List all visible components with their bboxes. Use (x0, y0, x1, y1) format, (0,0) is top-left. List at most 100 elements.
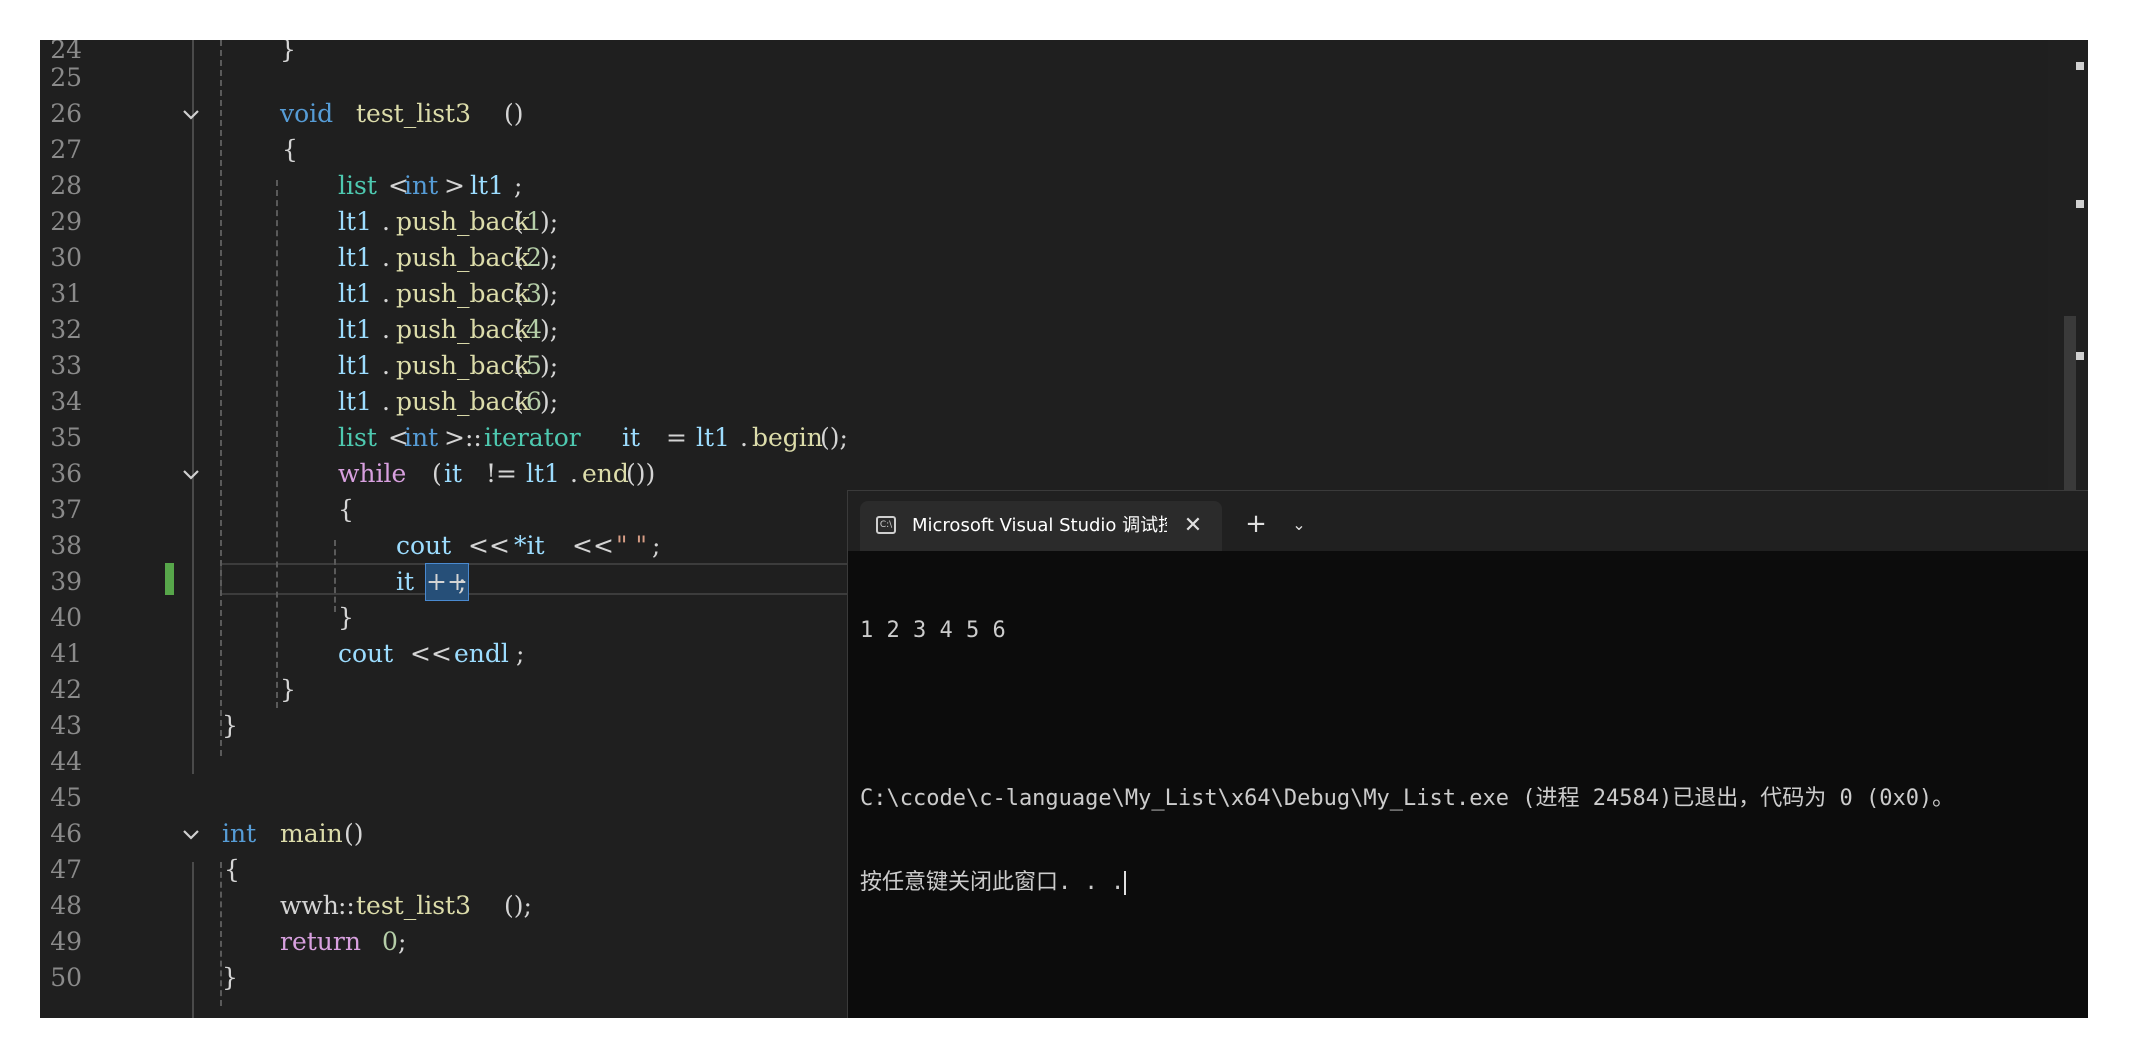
code-token: } (338, 603, 354, 632)
code-token: push_back (396, 387, 530, 416)
code-token: (); (504, 891, 532, 920)
line-number: 31 (50, 279, 82, 308)
code-token: ( (514, 351, 524, 380)
line-number: 30 (50, 243, 82, 272)
line-number: 47 (50, 855, 82, 884)
line-number: 27 (50, 135, 82, 164)
code-token: } (280, 675, 296, 704)
code-token: return (280, 927, 361, 956)
code-token: int (222, 819, 257, 848)
line-number: 50 (50, 963, 82, 992)
line-number: 28 (50, 171, 82, 200)
line-number: 25 (50, 63, 82, 92)
code-token: lt1 (338, 315, 372, 344)
code-token: . (382, 279, 390, 308)
code-token: > (444, 171, 465, 200)
code-token: . (740, 423, 748, 452)
screenshot-area: 24 } 25 26 void test_list3 () 27 { 28 li… (40, 40, 2088, 1018)
code-token: test_list3 (356, 891, 471, 920)
code-token: ; (458, 567, 467, 596)
code-line[interactable]: 34 lt1. push_back(6); (40, 384, 2088, 420)
code-token: ; (514, 171, 523, 200)
code-token: << (468, 531, 510, 560)
code-line[interactable]: 30 lt1. push_back(2); (40, 240, 2088, 276)
close-tab-icon[interactable]: ✕ (1178, 511, 1208, 541)
scrollbar-thumb[interactable] (2064, 316, 2076, 496)
code-token: end (582, 459, 629, 488)
code-token: } (222, 711, 238, 740)
code-line[interactable]: 32 lt1. push_back(4); (40, 312, 2088, 348)
code-token: ); (540, 315, 559, 344)
code-token: begin (752, 423, 823, 452)
line-number: 46 (50, 819, 82, 848)
code-token: ); (540, 351, 559, 380)
prompt-text: 按任意键关闭此窗口. . . (860, 870, 1125, 895)
code-token: ); (540, 279, 559, 308)
code-token: while (338, 459, 407, 488)
line-number: 35 (50, 423, 82, 452)
code-line[interactable]: 36 while ( it != lt1 . end ()) (40, 456, 2088, 492)
line-number: 38 (50, 531, 82, 560)
new-tab-button[interactable]: + (1240, 509, 1272, 541)
fold-chevron-icon[interactable] (180, 464, 202, 486)
code-token: (); (820, 423, 848, 452)
fold-chevron-icon[interactable] (180, 824, 202, 846)
terminal-tab[interactable]: C:\ Microsoft Visual Studio 调试控 ✕ (860, 501, 1222, 551)
code-token: lt1 (338, 207, 372, 236)
code-token: endl (454, 639, 509, 668)
code-token: push_back (396, 207, 530, 236)
code-token: lt1 (338, 351, 372, 380)
code-token: 0 (382, 927, 398, 956)
code-token: void (280, 99, 334, 128)
code-token: " " (616, 531, 647, 560)
code-token: list (338, 171, 377, 200)
code-token: () (504, 99, 524, 128)
code-token: ; (398, 927, 407, 956)
code-token: cout (396, 531, 452, 560)
line-number: 41 (50, 639, 82, 668)
code-token: push_back (396, 315, 530, 344)
code-line[interactable]: 33 lt1. push_back(5); (40, 348, 2088, 384)
line-number: 49 (50, 927, 82, 956)
debug-console-window[interactable]: C:\ Microsoft Visual Studio 调试控 ✕ + ⌄ 1 … (847, 490, 2088, 1018)
code-token: () (344, 819, 364, 848)
code-token: != (486, 459, 517, 488)
code-line[interactable]: 28 list < int > lt1 ; (40, 168, 2088, 204)
code-token: list (338, 423, 377, 452)
scroll-marker (2076, 62, 2084, 70)
code-line[interactable]: 25 (40, 60, 2088, 96)
code-token: >:: (444, 423, 482, 452)
line-number: 37 (50, 495, 82, 524)
code-token: lt1 (470, 171, 504, 200)
code-line[interactable]: 26 void test_list3 () (40, 96, 2088, 132)
code-token: { (224, 855, 240, 884)
console-icon: C:\ (876, 516, 896, 534)
code-line[interactable]: 27 { (40, 132, 2088, 168)
code-token: ( (514, 315, 524, 344)
code-token: push_back (396, 279, 530, 308)
line-number: 42 (50, 675, 82, 704)
line-number: 34 (50, 387, 82, 416)
code-token: :: (338, 891, 355, 920)
code-token: it (622, 423, 641, 452)
line-number: 32 (50, 315, 82, 344)
line-number: 43 (50, 711, 82, 740)
code-token: iterator (484, 423, 581, 452)
terminal-output[interactable]: 1 2 3 4 5 6 C:\ccode\c-language\My_List\… (860, 561, 2080, 953)
line-number: 33 (50, 351, 82, 380)
code-token: . (382, 351, 390, 380)
code-token: . (382, 315, 390, 344)
fold-chevron-icon[interactable] (180, 104, 202, 126)
chevron-down-icon[interactable]: ⌄ (1284, 509, 1314, 541)
code-line[interactable]: 31 lt1. push_back(3); (40, 276, 2088, 312)
line-number: 45 (50, 783, 82, 812)
code-line[interactable]: 29 lt1. push_back(1); (40, 204, 2088, 240)
code-token: lt1 (696, 423, 730, 452)
line-number: 39 (50, 567, 82, 596)
code-token: lt1 (526, 459, 560, 488)
code-token: ); (540, 243, 559, 272)
code-token: = (666, 423, 687, 452)
code-token: ( (514, 207, 524, 236)
code-line[interactable]: 35 list < int >:: iterator it = lt1 . be… (40, 420, 2088, 456)
